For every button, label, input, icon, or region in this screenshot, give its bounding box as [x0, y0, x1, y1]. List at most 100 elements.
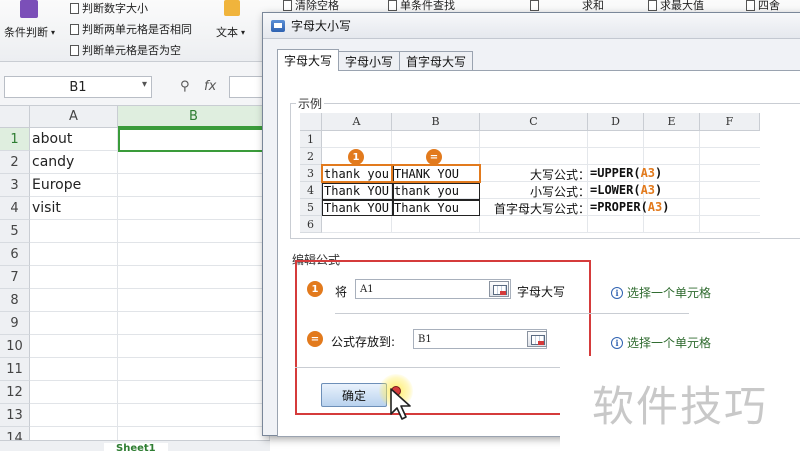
- cell-a[interactable]: [30, 312, 118, 335]
- cell-b[interactable]: [118, 151, 270, 174]
- example-sheet: A B C D E F 1 2 3 4 5 6 thank you THANK YOU 大写公式： =UPPE…: [300, 113, 800, 234]
- row-header[interactable]: 5: [0, 220, 30, 243]
- example-label: 示例: [296, 95, 325, 112]
- check-number-size-button[interactable]: 判断数字大小: [70, 0, 148, 16]
- tab-lowercase[interactable]: 字母小写: [338, 51, 401, 71]
- tab-proper-case[interactable]: 首字母大写: [399, 51, 474, 71]
- example-row-header: 1: [300, 131, 322, 148]
- example-badge-1: 1: [348, 149, 364, 165]
- checkbox-icon: [746, 0, 755, 11]
- check-two-cells-label: 判断两单元格是否相同: [82, 23, 192, 36]
- cell-b[interactable]: [118, 289, 270, 312]
- cell-a[interactable]: [30, 266, 118, 289]
- cell-a[interactable]: [30, 358, 118, 381]
- cell-b[interactable]: [118, 243, 270, 266]
- selected-cell-b1[interactable]: [118, 128, 270, 152]
- dialog-tabs: 字母大写 字母小写 首字母大写: [277, 49, 474, 71]
- zoom-icon[interactable]: ⚲: [180, 79, 190, 94]
- example-col-header: E: [644, 113, 700, 131]
- divider: [335, 313, 689, 314]
- hint-select-cell-2: i 选择一个单元格: [611, 334, 711, 351]
- cond-judge-icon-wrap[interactable]: [20, 0, 38, 18]
- cell-a[interactable]: visit: [30, 197, 118, 220]
- cell-a[interactable]: candy: [30, 151, 118, 174]
- dialog-titlebar[interactable]: 字母大小写: [263, 13, 800, 39]
- source-cell-picker-icon[interactable]: [489, 281, 509, 297]
- watermark: 软件技巧: [560, 356, 800, 451]
- cell-a[interactable]: [30, 243, 118, 266]
- formula-label: 小写公式：: [529, 185, 590, 199]
- col-header-a[interactable]: A: [30, 106, 118, 128]
- hint-select-cell-1: i 选择一个单元格: [611, 284, 711, 301]
- cell-a[interactable]: [30, 289, 118, 312]
- screen: 条件判断 ▾ 判断数字大小 判断两单元格是否相同 判断单元格是否为空 文本 ▾ …: [0, 0, 800, 451]
- ok-button[interactable]: 确定: [321, 383, 387, 407]
- check-cell-empty-label: 判断单元格是否为空: [82, 44, 181, 57]
- check-cell-empty-button[interactable]: 判断单元格是否为空: [70, 42, 181, 58]
- cell-b[interactable]: [118, 266, 270, 289]
- example-col-header: A: [322, 113, 392, 131]
- example-range-divider: [322, 199, 480, 201]
- row-header[interactable]: 10: [0, 335, 30, 358]
- cell-a[interactable]: [30, 381, 118, 404]
- row-header[interactable]: 8: [0, 289, 30, 312]
- row-header[interactable]: 4: [0, 197, 30, 220]
- row-header[interactable]: 12: [0, 381, 30, 404]
- output-cell-picker-icon[interactable]: [527, 331, 547, 347]
- cell-b[interactable]: [118, 174, 270, 197]
- cell-b[interactable]: [118, 335, 270, 358]
- step2-badge: =: [307, 331, 323, 347]
- row-header[interactable]: 13: [0, 404, 30, 427]
- sheet-tabs: Sheet1: [0, 440, 270, 451]
- tab-uppercase[interactable]: 字母大写: [277, 49, 340, 71]
- formula-end: ): [655, 183, 663, 197]
- cell-b[interactable]: [118, 358, 270, 381]
- cell-a[interactable]: [30, 404, 118, 427]
- fx-icon[interactable]: fx: [204, 79, 216, 94]
- source-cell-field[interactable]: A1: [355, 279, 511, 299]
- cell-a[interactable]: [30, 335, 118, 358]
- cell-b[interactable]: [118, 404, 270, 427]
- formula-ref: A3: [640, 166, 656, 180]
- cell-b[interactable]: [118, 381, 270, 404]
- cond-judge-button[interactable]: 条件判断 ▾: [4, 24, 55, 40]
- row-header[interactable]: 7: [0, 266, 30, 289]
- dialog-title: 字母大小写: [291, 19, 352, 33]
- col-header-b[interactable]: B: [118, 106, 270, 128]
- text-button[interactable]: 文本 ▾: [216, 24, 245, 40]
- checkbox-icon: [283, 0, 292, 11]
- cell-a[interactable]: [30, 220, 118, 243]
- highlight-b3: [391, 164, 481, 183]
- example-corner: [300, 113, 322, 131]
- cell-b[interactable]: [118, 220, 270, 243]
- cell-b[interactable]: [118, 197, 270, 220]
- checkbox-icon: [70, 2, 79, 14]
- cell-a[interactable]: about: [30, 128, 118, 151]
- cell-b[interactable]: [118, 312, 270, 335]
- row-header[interactable]: 1: [0, 128, 30, 151]
- example-grid-line: [643, 131, 644, 233]
- name-box[interactable]: B1 ▾: [4, 76, 152, 98]
- cell-a[interactable]: Europe: [30, 174, 118, 197]
- checkbox-icon: [388, 0, 397, 11]
- row-header[interactable]: 3: [0, 174, 30, 197]
- formula-func: =PROPER(: [590, 200, 648, 214]
- step1-prefix: 将: [335, 285, 348, 299]
- chevron-down-icon: ▾: [141, 79, 147, 90]
- example-badge-2: =: [426, 149, 442, 165]
- row-header[interactable]: 2: [0, 151, 30, 174]
- sheet-tab-sheet1[interactable]: Sheet1: [104, 443, 168, 451]
- row-header[interactable]: 11: [0, 358, 30, 381]
- text-icon-wrap[interactable]: [224, 0, 240, 16]
- select-all-corner[interactable]: [0, 106, 30, 128]
- row-header[interactable]: 9: [0, 312, 30, 335]
- spreadsheet-grid: A B 1 about 2 candy 3 Europe 4 visit 5 6 7 8 9 10 11 12…: [0, 106, 270, 451]
- formula-value: =PROPER(A3): [590, 200, 669, 214]
- row-header[interactable]: 6: [0, 243, 30, 266]
- step2-label: 公式存放到:: [331, 335, 396, 349]
- formula-end: ): [662, 200, 670, 214]
- check-two-cells-button[interactable]: 判断两单元格是否相同: [70, 21, 192, 37]
- info-icon: i: [611, 336, 623, 349]
- question-icon: [20, 0, 38, 18]
- checkbox-icon: [530, 0, 539, 11]
